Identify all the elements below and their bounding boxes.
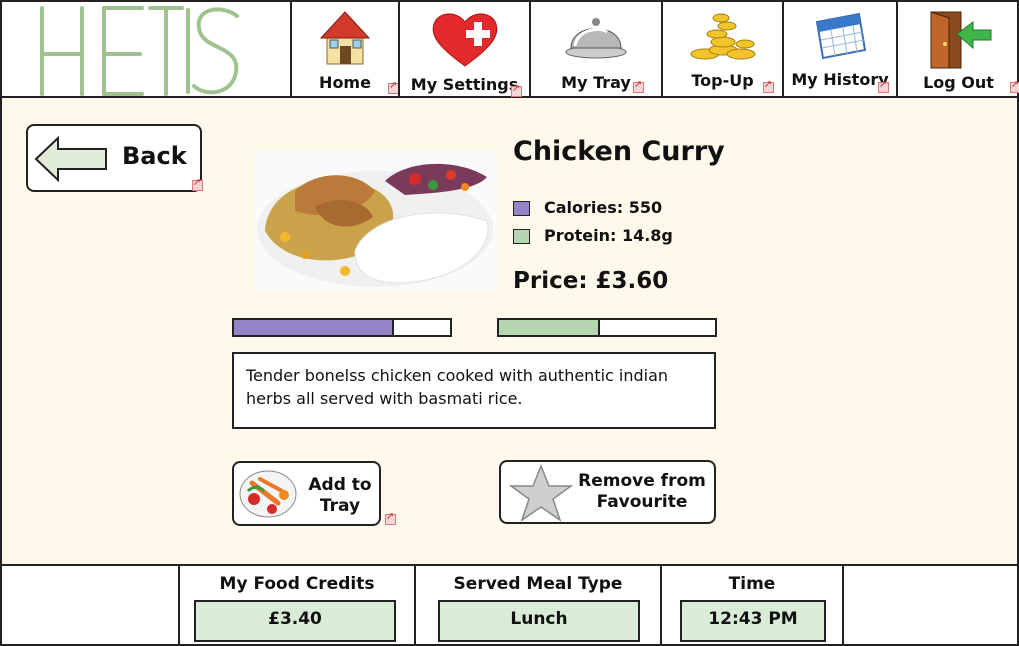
nav-home-button[interactable]: Home xyxy=(290,2,399,98)
link-indicator-icon xyxy=(763,79,774,93)
calories-swatch xyxy=(513,201,530,216)
link-indicator-icon xyxy=(192,177,203,191)
remove-from-favourite-button[interactable]: Remove from Favourite xyxy=(499,460,716,524)
nav-log-out-label: Log Out xyxy=(923,73,994,92)
cloche-icon xyxy=(565,18,627,59)
protein-progress-fill xyxy=(499,320,601,335)
nav-log-out-button[interactable]: Log Out xyxy=(896,2,1019,98)
link-indicator-icon xyxy=(878,79,889,93)
heart-cross-icon xyxy=(432,13,497,67)
nav-my-settings-label: My Settings xyxy=(410,75,519,94)
food-credits-caption: My Food Credits xyxy=(219,574,375,594)
meal-type-caption: Served Meal Type xyxy=(453,574,623,594)
nav-my-history-button[interactable]: My History xyxy=(782,2,896,98)
meal-type-panel: Served Meal Type Lunch xyxy=(414,566,660,646)
nav-my-settings-button[interactable]: My Settings xyxy=(398,2,529,98)
calories-progress-fill xyxy=(234,320,394,335)
back-button[interactable]: Back xyxy=(26,124,203,192)
calories-progress-bar xyxy=(232,318,452,337)
meal-type-value: Lunch xyxy=(438,600,640,642)
dish-description: Tender bonelss chicken cooked with authe… xyxy=(232,352,716,429)
coins-icon xyxy=(690,13,755,60)
calories-legend: Calories: 550 xyxy=(513,198,662,217)
add-to-tray-button[interactable]: Add to Tray xyxy=(232,461,396,526)
nav-home-label: Home xyxy=(319,73,371,92)
door-exit-icon xyxy=(930,11,991,69)
vegetables-plate-icon xyxy=(239,470,297,518)
top-navigation-bar: Home My Settings My Tray xyxy=(0,0,1019,98)
back-label: Back xyxy=(122,142,187,170)
add-to-tray-label: Add to Tray xyxy=(308,475,372,516)
nav-top-up-button[interactable]: Top-Up xyxy=(661,2,782,98)
dish-title: Chicken Curry xyxy=(513,136,725,167)
protein-legend: Protein: 14.8g xyxy=(513,226,673,245)
link-indicator-icon xyxy=(511,83,522,97)
house-icon xyxy=(319,11,371,65)
dish-price: Price: £3.60 xyxy=(513,268,669,294)
food-credits-panel: My Food Credits £3.40 xyxy=(178,566,414,646)
calendar-icon xyxy=(815,12,867,60)
heis-logo xyxy=(40,6,239,96)
protein-label: Protein: 14.8g xyxy=(544,226,673,245)
protein-swatch xyxy=(513,229,530,244)
time-panel: Time 12:43 PM xyxy=(660,566,844,646)
nav-my-tray-button[interactable]: My Tray xyxy=(529,2,661,98)
link-indicator-icon xyxy=(633,79,644,93)
link-indicator-icon xyxy=(385,511,396,525)
star-icon xyxy=(509,464,573,522)
protein-progress-bar xyxy=(497,318,717,337)
food-credits-value: £3.40 xyxy=(194,600,396,642)
arrow-left-icon xyxy=(34,136,107,182)
chicken-curry-photo xyxy=(255,151,497,291)
remove-from-favourite-label: Remove from Favourite xyxy=(578,471,706,512)
time-value: 12:43 PM xyxy=(680,600,826,642)
status-bar: My Food Credits £3.40 Served Meal Type L… xyxy=(0,564,1019,646)
time-caption: Time xyxy=(728,574,776,594)
calories-label: Calories: 550 xyxy=(544,198,663,217)
link-indicator-icon xyxy=(1010,79,1019,93)
